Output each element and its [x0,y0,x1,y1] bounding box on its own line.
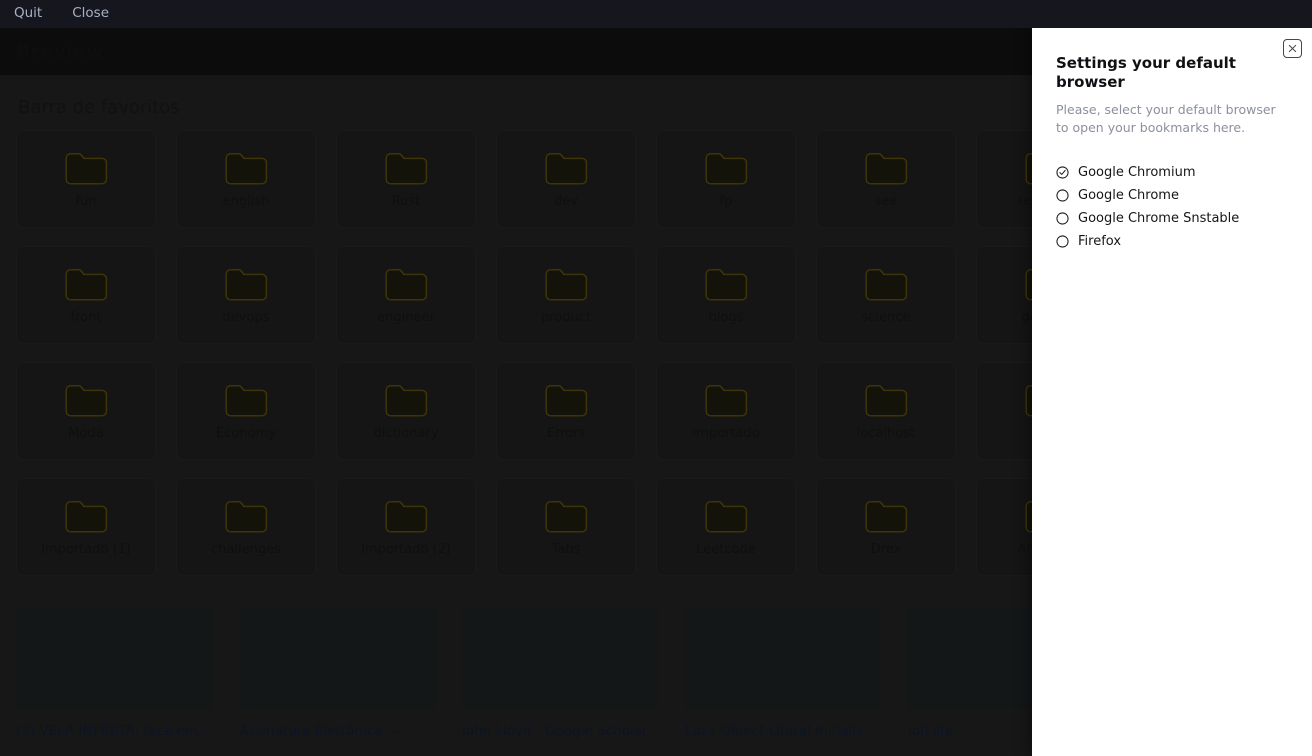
menu-quit[interactable]: Quit [10,4,46,24]
menu-bar: Quit Close [0,0,1312,28]
radio-unselected-icon [1056,235,1069,248]
radio-unselected-icon [1056,212,1069,225]
browser-option-label: Google Chrome [1078,187,1179,203]
radio-unselected-icon [1056,189,1069,202]
browser-option[interactable]: Google Chrome [1056,184,1288,207]
radio-selected-icon [1056,166,1069,179]
panel-title: Settings your default browser [1056,54,1236,91]
screen: Quit Close Breview Barra de favoritos fu… [0,0,1312,756]
close-button[interactable] [1283,39,1302,58]
browser-option-label: Google Chrome Snstable [1078,210,1240,226]
menu-close[interactable]: Close [68,4,113,24]
browser-option[interactable]: Firefox [1056,230,1288,253]
panel-subtitle: Please, select your default browser to o… [1056,101,1276,135]
browser-option-label: Google Chromium [1078,164,1196,180]
browser-option[interactable]: Google Chrome Snstable [1056,207,1288,230]
modal-backdrop[interactable] [0,28,1032,756]
close-icon [1288,44,1297,53]
browser-option-label: Firefox [1078,233,1122,249]
default-browser-settings-panel: Settings your default browser Please, se… [1032,28,1312,756]
browser-option[interactable]: Google Chromium [1056,161,1288,184]
browser-options-list: Google Chromium Google Chrome Google Chr… [1056,161,1288,253]
